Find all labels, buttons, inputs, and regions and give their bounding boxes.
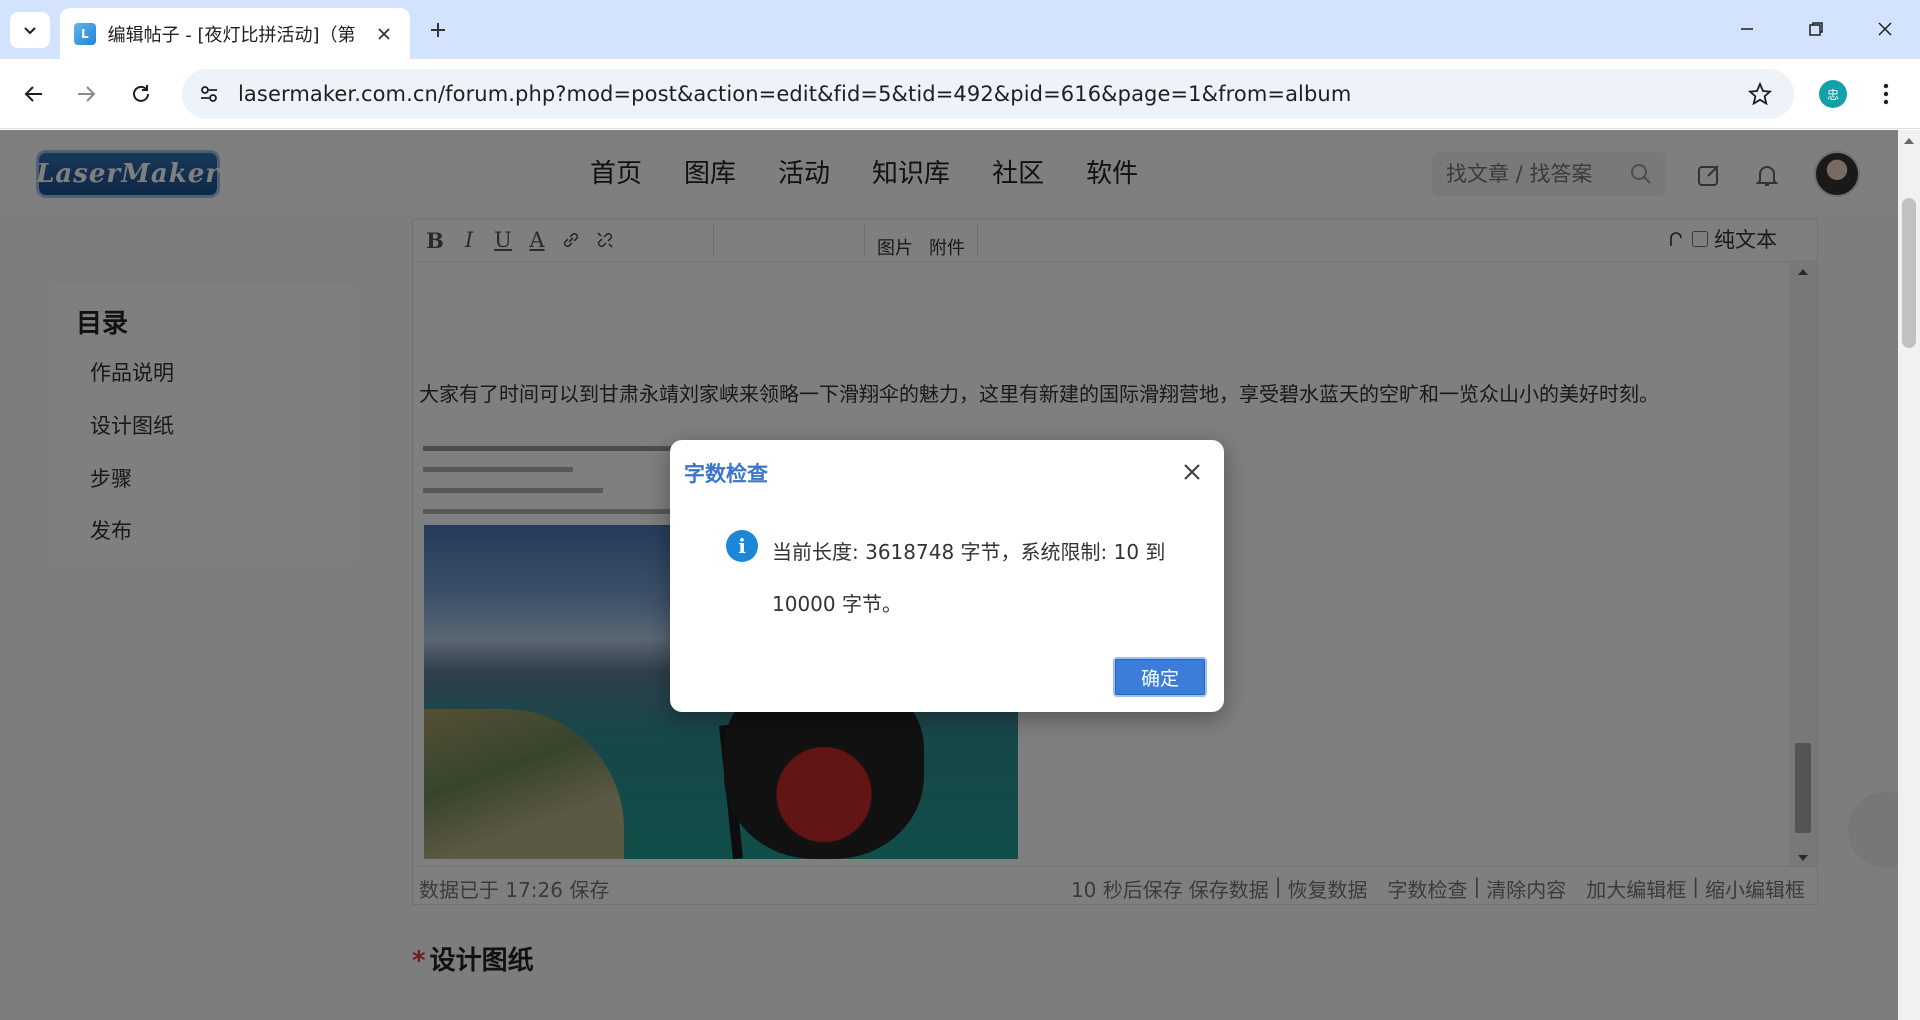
word-count-dialog: 字数检查 i 当前长度: 3618748 字节，系统限制: 10 到 10000… [670,440,1224,712]
info-icon: i [726,530,758,562]
close-icon [378,27,390,40]
dialog-close-button[interactable] [1178,458,1206,486]
profile-avatar[interactable]: 忠 [1819,80,1847,108]
browser-toolbar: lasermaker.com.cn/forum.php?mod=post&act… [0,59,1920,129]
scroll-up-icon[interactable] [1904,138,1914,144]
tab-search-button[interactable] [10,12,50,48]
tab-strip: L 编辑帖子 - [夜灯比拼活动]（第 [0,0,1920,59]
new-tab-button[interactable] [422,14,454,46]
dialog-message: 当前长度: 3618748 字节，系统限制: 10 到 10000 字节。 [772,540,1166,616]
close-icon [1184,464,1200,480]
page-scrollbar[interactable] [1898,130,1920,1020]
forward-button[interactable] [68,76,104,112]
minimize-button[interactable] [1718,8,1776,50]
minimize-icon [1741,28,1753,30]
bookmark-button[interactable] [1746,80,1774,108]
ok-button[interactable]: 确定 [1113,657,1207,697]
star-icon [1748,82,1772,106]
restore-icon [1809,22,1823,36]
dialog-title: 字数检查 [684,462,768,486]
more-vertical-icon [1883,83,1889,105]
browser-tab-active[interactable]: L 编辑帖子 - [夜灯比拼活动]（第 [60,8,410,59]
tab-title: 编辑帖子 - [夜灯比拼活动]（第 [107,24,356,46]
tune-icon [201,86,217,102]
window-close-button[interactable] [1856,8,1914,50]
site-favicon-icon: L [74,22,96,45]
tab-close-button[interactable] [372,22,396,46]
arrow-right-icon [78,86,96,102]
plus-icon [431,23,445,37]
site-info-button[interactable] [192,77,226,111]
chevron-down-icon [24,27,36,35]
arrow-left-icon [24,86,42,102]
url-text: lasermaker.com.cn/forum.php?mod=post&act… [238,82,1352,106]
reload-icon [133,85,149,102]
reload-button[interactable] [123,76,159,112]
restore-button[interactable] [1787,8,1845,50]
browser-menu-button[interactable] [1872,80,1900,108]
page-scroll-thumb[interactable] [1902,198,1916,348]
address-bar[interactable]: lasermaker.com.cn/forum.php?mod=post&act… [182,69,1794,119]
back-button[interactable] [16,76,52,112]
close-icon [1878,22,1892,36]
